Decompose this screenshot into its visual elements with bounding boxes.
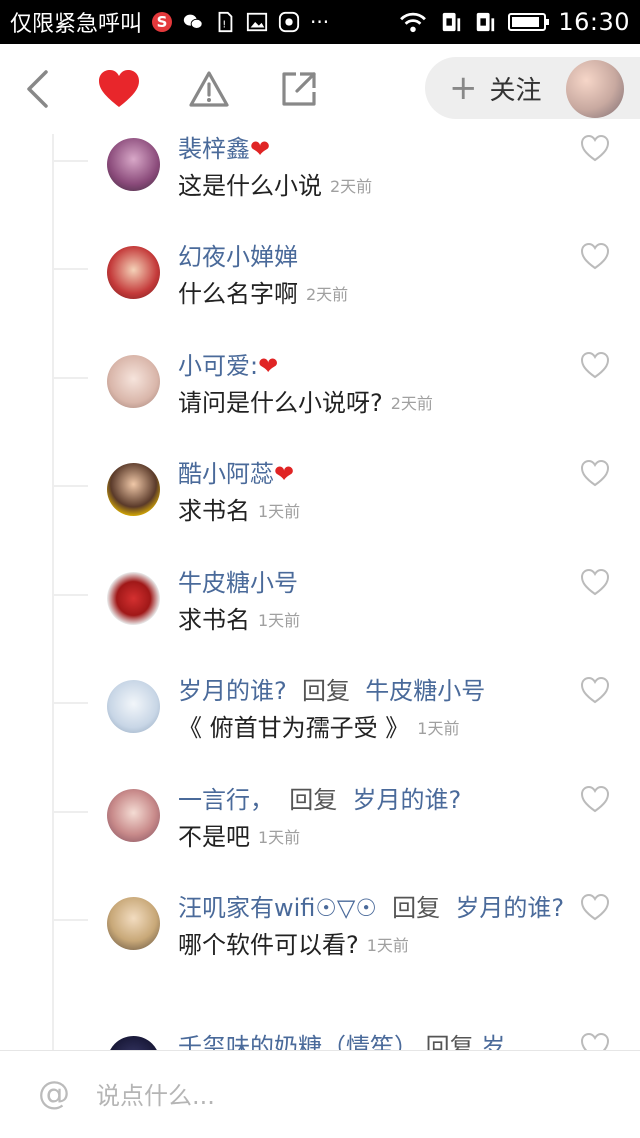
- more-notifications-icon: ···: [310, 10, 330, 34]
- comment-text: 《 俯首甘为孺子受 》 1天前: [178, 714, 460, 742]
- comment-username[interactable]: 酷小阿蕊❤: [178, 459, 568, 489]
- comment-text: 哪个软件可以看? 1天前: [178, 931, 409, 959]
- carrier-text: 仅限紧急呼叫: [10, 12, 143, 37]
- comment-composer: @: [0, 1050, 640, 1138]
- wechat-notification-icon: [183, 14, 203, 29]
- avatar[interactable]: [107, 1036, 160, 1050]
- reply-target-username[interactable]: 岁月的谁?: [455, 894, 564, 922]
- avatar[interactable]: [107, 897, 160, 950]
- svg-text:!: !: [222, 20, 226, 31]
- heart-outline-icon[interactable]: [580, 893, 610, 921]
- share-button[interactable]: [276, 66, 322, 112]
- thread-branch: [52, 702, 88, 704]
- comment-text: 不是吧 1天前: [178, 823, 301, 851]
- reply-label: 回复: [392, 894, 441, 922]
- comment-username[interactable]: 汪叽家有wifi☉▽☉ 回复 岁月的谁?: [178, 893, 568, 923]
- thread-branch: [52, 377, 88, 379]
- comment-text: 求书名 1天前: [178, 497, 301, 525]
- comment-text: 请问是什么小说呀? 2天前: [178, 389, 433, 417]
- comment-username[interactable]: 一言行， 回复 岁月的谁?: [178, 785, 568, 815]
- thread-branch: [52, 811, 88, 813]
- follow-label: 关注: [489, 75, 542, 106]
- avatar[interactable]: [107, 463, 160, 516]
- comment-username[interactable]: 千玺味的奶糖（情笙） 回复 岁: [178, 1032, 538, 1050]
- status-bar: 仅限紧急呼叫 S ! ··· 16:30: [0, 0, 640, 44]
- avatar[interactable]: [107, 680, 160, 733]
- comment-username[interactable]: 岁月的谁? 回复 牛皮糖小号: [178, 676, 568, 706]
- sim2-signal-icon: [477, 12, 495, 32]
- avatar[interactable]: [107, 789, 160, 842]
- reply-target-username[interactable]: 牛皮糖小号: [365, 677, 485, 705]
- thread-branch: [52, 485, 88, 487]
- weibo-notification-icon: S: [152, 12, 173, 32]
- image-notification-icon: [246, 12, 268, 32]
- heart-outline-icon[interactable]: [580, 568, 610, 596]
- reply-target-username[interactable]: 岁: [481, 1033, 505, 1050]
- clock: 16:30: [558, 8, 630, 36]
- heart-filled-icon: [99, 70, 139, 107]
- heart-emoji-icon: ❤: [250, 135, 271, 163]
- heart-emoji-icon: ❤: [258, 352, 279, 380]
- plus-icon: +: [449, 68, 478, 108]
- reply-label: 回复: [289, 786, 338, 814]
- heart-outline-icon[interactable]: [580, 134, 610, 162]
- comment-time: 2天前: [390, 394, 433, 413]
- heart-emoji-icon: ❤: [274, 460, 295, 488]
- avatar[interactable]: [107, 355, 160, 408]
- comment-time: 2天前: [330, 177, 373, 196]
- sim1-signal-icon: [443, 12, 461, 32]
- app-notification-icon: [278, 11, 300, 33]
- comment-username[interactable]: 小可爱:❤: [178, 351, 568, 381]
- sim-warning-icon: !: [218, 11, 233, 33]
- comment-input[interactable]: [94, 1073, 578, 1119]
- thread-branch: [52, 919, 88, 921]
- comment-time: 1天前: [258, 502, 301, 521]
- comment-username[interactable]: 幻夜小婵婵: [178, 242, 568, 272]
- mention-icon[interactable]: @: [36, 1075, 72, 1111]
- share-icon: [282, 72, 316, 106]
- comment-time: 2天前: [306, 285, 349, 304]
- battery-icon: [508, 13, 550, 31]
- comment-username[interactable]: 裴梓鑫❤: [178, 134, 568, 164]
- comment-time: 1天前: [417, 719, 460, 738]
- comment-text: 什么名字啊 2天前: [178, 280, 349, 308]
- heart-outline-icon[interactable]: [580, 242, 610, 270]
- follow-pill: + 关注: [425, 57, 640, 119]
- thread-branch: [52, 594, 88, 596]
- avatar[interactable]: [107, 572, 160, 625]
- heart-outline-icon[interactable]: [580, 351, 610, 379]
- like-button[interactable]: [96, 66, 142, 112]
- heart-outline-icon[interactable]: [580, 1032, 610, 1050]
- comment-time: 1天前: [258, 611, 301, 630]
- comment-text: 求书名 1天前: [178, 606, 301, 634]
- avatar[interactable]: [107, 246, 160, 299]
- wifi-icon: [400, 12, 427, 33]
- top-toolbar: + 关注: [0, 44, 640, 134]
- comment-time: 1天前: [366, 936, 409, 955]
- thread-branch: [52, 160, 88, 162]
- heart-outline-icon[interactable]: [580, 676, 610, 704]
- reply-label: 回复: [425, 1033, 474, 1050]
- heart-outline-icon[interactable]: [580, 785, 610, 813]
- report-button[interactable]: [186, 66, 232, 112]
- reply-label: 回复: [302, 677, 351, 705]
- follow-button[interactable]: + 关注: [425, 70, 542, 107]
- heart-outline-icon[interactable]: [580, 459, 610, 487]
- reply-target-username[interactable]: 岁月的谁?: [353, 786, 462, 814]
- author-avatar[interactable]: [566, 60, 624, 118]
- comment-username[interactable]: 牛皮糖小号: [178, 568, 568, 598]
- chevron-left-icon: [27, 70, 48, 108]
- comment-time: 1天前: [258, 828, 301, 847]
- comment-list[interactable]: 裴梓鑫❤ 这是什么小说 2天前 幻夜小婵婵 什么名字啊 2天前 小可爱:❤ 请问是什…: [0, 134, 640, 1050]
- comment-text: 这是什么小说 2天前: [178, 172, 373, 200]
- avatar[interactable]: [107, 138, 160, 191]
- warning-icon: [189, 71, 229, 107]
- thread-branch: [52, 268, 88, 270]
- back-button[interactable]: [14, 66, 60, 112]
